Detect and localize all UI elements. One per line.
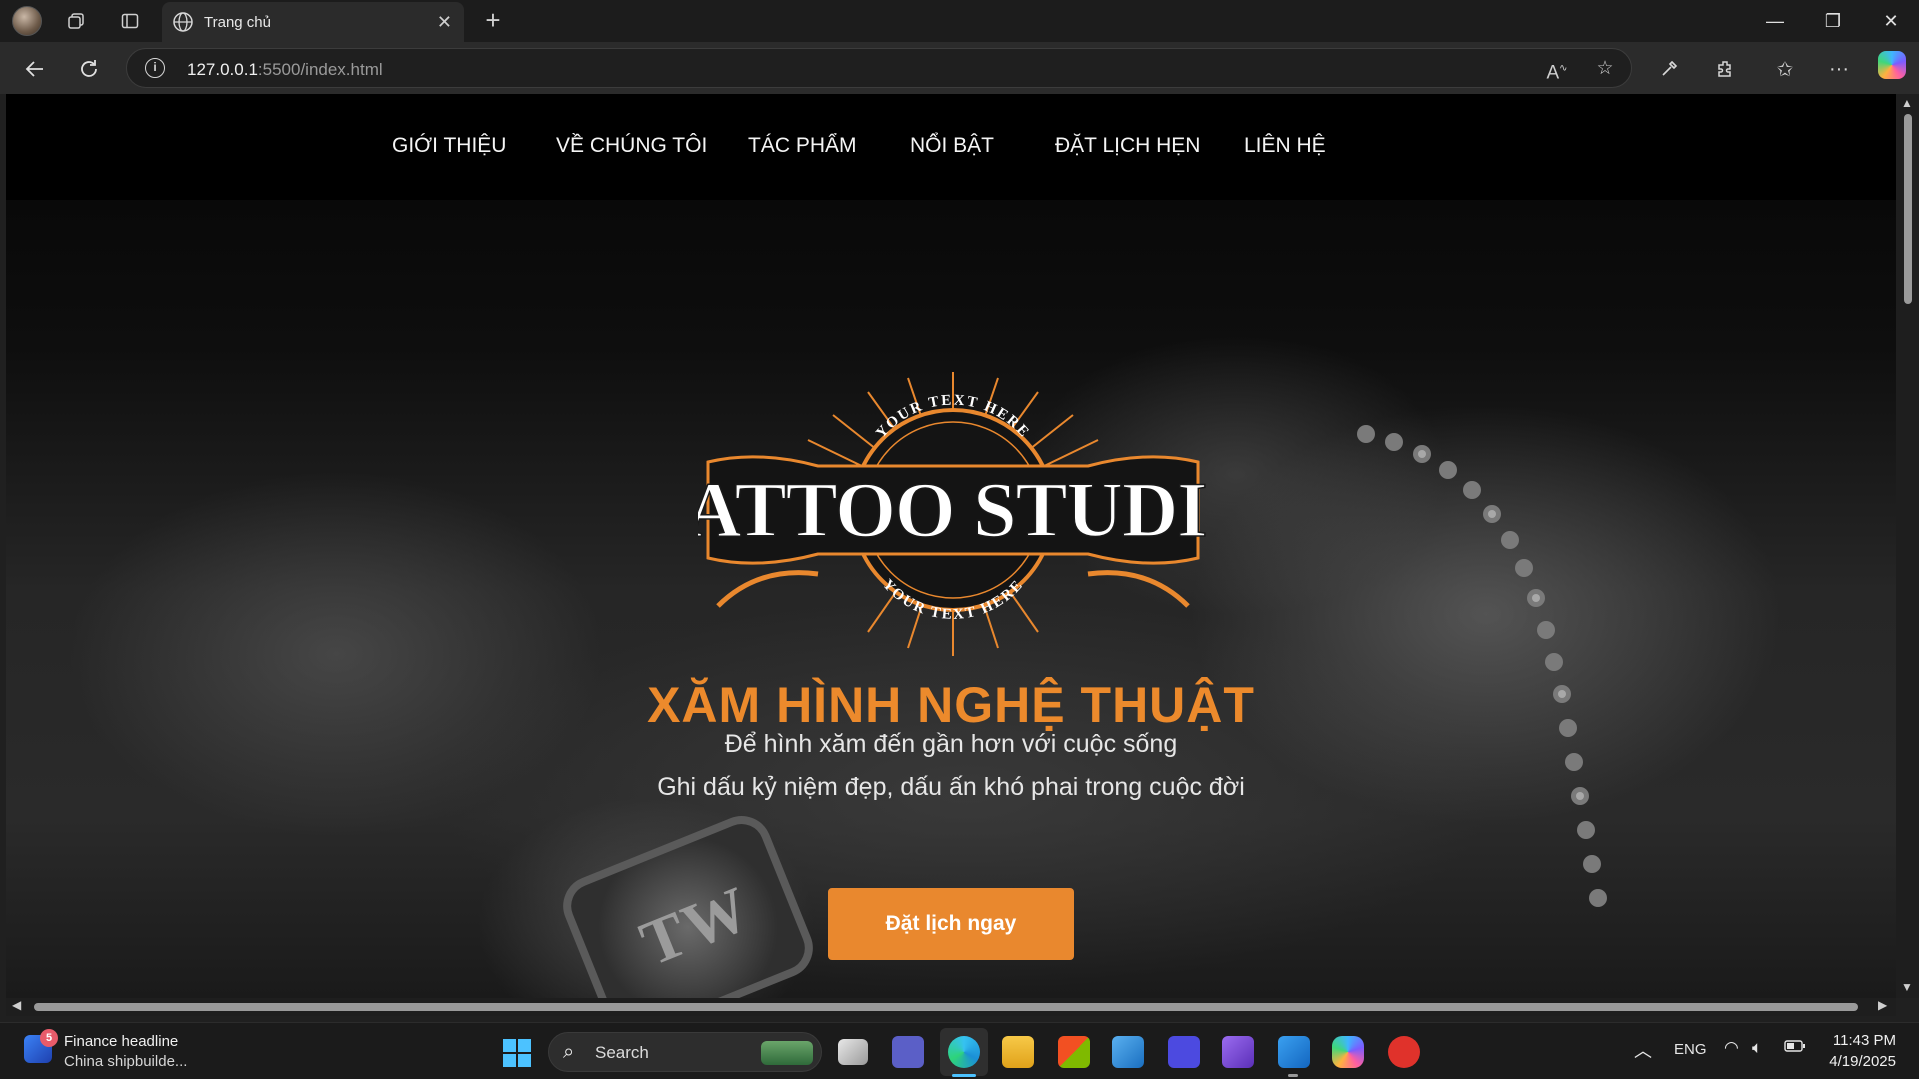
wps-office-icon[interactable] bbox=[1388, 1036, 1420, 1068]
profile-avatar[interactable] bbox=[12, 6, 42, 36]
nav-ve-chung-toi[interactable]: VỀ CHÚNG TÔI bbox=[556, 134, 707, 158]
browser-titlebar: Trang chủ ✕ + — ❐ ✕ bbox=[0, 0, 1919, 42]
store-icon[interactable] bbox=[1058, 1036, 1090, 1068]
url-text[interactable]: 127.0.0.1:5500/index.html bbox=[187, 60, 383, 80]
workspaces-icon[interactable] bbox=[62, 8, 90, 34]
search-highlight-image bbox=[761, 1041, 813, 1065]
horizontal-scroll-thumb[interactable] bbox=[34, 1003, 1858, 1011]
favorite-star-icon[interactable]: ☆ bbox=[1593, 57, 1617, 81]
new-tab-icon[interactable]: + bbox=[478, 6, 508, 36]
teams-icon[interactable] bbox=[892, 1036, 924, 1068]
tattoo-studio-logo: YOUR TEXT HERE YOUR TEXT HERE TATTOO STU… bbox=[698, 372, 1208, 656]
refresh-icon[interactable] bbox=[72, 52, 106, 86]
scroll-left-icon[interactable]: ◀ bbox=[12, 998, 21, 1012]
scroll-right-icon[interactable]: ▶ bbox=[1878, 998, 1887, 1012]
clock-date[interactable]: 4/19/2025 bbox=[1822, 1053, 1896, 1070]
volume-icon[interactable]: 🔈︎ bbox=[1752, 1038, 1762, 1058]
scroll-down-icon[interactable]: ▼ bbox=[1901, 980, 1913, 994]
browser-toolbar: i 127.0.0.1:5500/index.html A∿ ☆ ✩ ··· bbox=[0, 42, 1919, 94]
taskbar-search[interactable]: ⌕ Search bbox=[548, 1032, 822, 1072]
photos-icon[interactable] bbox=[1112, 1036, 1144, 1068]
close-icon[interactable]: ✕ bbox=[437, 12, 452, 33]
nav-tac-pham[interactable]: TÁC PHẨM bbox=[748, 134, 857, 158]
wifi-icon[interactable]: ◠ bbox=[1724, 1038, 1739, 1058]
logo-main-text: TATTOO STUDIO bbox=[698, 466, 1208, 553]
restore-icon[interactable]: ❐ bbox=[1804, 6, 1862, 36]
app-icon[interactable] bbox=[1168, 1036, 1200, 1068]
vertical-scroll-thumb[interactable] bbox=[1904, 114, 1912, 304]
chevron-up-icon[interactable]: ︿ bbox=[1634, 1037, 1652, 1063]
vertical-tabs-icon[interactable] bbox=[116, 8, 144, 34]
site-nav-list: GIỚI THIỆU VỀ CHÚNG TÔI TÁC PHẨM NỔI BẬT… bbox=[6, 134, 1896, 164]
language-indicator[interactable]: ENG bbox=[1674, 1041, 1707, 1058]
search-icon: ⌕ bbox=[563, 1041, 575, 1063]
hero-title: XĂM HÌNH NGHỆ THUẬT bbox=[647, 677, 1255, 733]
page-viewport: TW GIỚI THIỆU VỀ CHÚNG TÔI TÁC PHẨM NỔI … bbox=[6, 94, 1896, 998]
back-icon[interactable] bbox=[18, 52, 52, 86]
clock-time[interactable]: 11:43 PM bbox=[1830, 1032, 1896, 1049]
edge-icon[interactable] bbox=[948, 1036, 980, 1068]
task-view-icon[interactable] bbox=[838, 1039, 868, 1065]
file-explorer-icon[interactable] bbox=[1002, 1036, 1034, 1068]
nav-gioi-thieu[interactable]: GIỚI THIỆU bbox=[392, 134, 506, 158]
vscode-icon[interactable] bbox=[1278, 1036, 1310, 1068]
scroll-up-icon[interactable]: ▲ bbox=[1901, 96, 1913, 110]
favorites-icon[interactable]: ✩ bbox=[1768, 52, 1802, 86]
vertical-scrollbar[interactable]: ▲ ▼ bbox=[1896, 94, 1919, 998]
news-title[interactable]: Finance headline bbox=[64, 1033, 178, 1050]
info-icon[interactable]: i bbox=[145, 58, 165, 78]
site-navbar: GIỚI THIỆU VỀ CHÚNG TÔI TÁC PHẨM NỔI BẬT… bbox=[6, 94, 1896, 200]
extensions-icon[interactable] bbox=[1708, 52, 1742, 86]
close-window-icon[interactable]: ✕ bbox=[1862, 6, 1919, 36]
nav-noi-bat[interactable]: NỔI BẬT bbox=[910, 134, 994, 158]
globe-icon bbox=[173, 12, 193, 32]
tab-trang-chu[interactable]: Trang chủ ✕ bbox=[162, 2, 464, 42]
news-subtitle[interactable]: China shipbuilde... bbox=[64, 1053, 187, 1070]
windows-start-icon[interactable] bbox=[503, 1039, 531, 1067]
minimize-icon[interactable]: — bbox=[1746, 6, 1804, 36]
hero-subtitle-1: Để hình xăm đến gần hơn với cuộc sống bbox=[724, 730, 1178, 758]
visual-studio-icon[interactable] bbox=[1222, 1036, 1254, 1068]
copilot-app-icon[interactable] bbox=[1332, 1036, 1364, 1068]
nav-lien-he[interactable]: LIÊN HỆ bbox=[1244, 134, 1326, 158]
windows-taskbar: 5 Finance headline China shipbuilde... ⌕… bbox=[0, 1022, 1919, 1079]
bracelet-image bbox=[1357, 425, 1607, 907]
read-aloud-icon[interactable]: A∿ bbox=[1545, 57, 1569, 83]
search-label: Search bbox=[595, 1043, 649, 1062]
copilot-icon[interactable] bbox=[1878, 51, 1906, 79]
tab-title: Trang chủ bbox=[204, 13, 271, 31]
nav-dat-lich-hen[interactable]: ĐẶT LỊCH HẸN bbox=[1055, 134, 1200, 158]
hero-subtitle-2: Ghi dấu kỷ niệm đẹp, dấu ấn khó phai tro… bbox=[657, 773, 1245, 801]
address-bar[interactable]: i 127.0.0.1:5500/index.html A∿ ☆ bbox=[126, 48, 1632, 88]
edge-active-indicator bbox=[952, 1074, 976, 1077]
eyedropper-icon[interactable] bbox=[1652, 52, 1686, 86]
more-icon[interactable]: ··· bbox=[1822, 52, 1856, 86]
horizontal-scrollbar[interactable]: ◀ ▶ bbox=[6, 998, 1896, 1016]
widget-badge: 5 bbox=[40, 1029, 58, 1047]
battery-icon[interactable] bbox=[1784, 1039, 1806, 1057]
book-now-button[interactable]: Đặt lịch ngay bbox=[828, 888, 1074, 960]
vscode-running-indicator bbox=[1288, 1074, 1298, 1077]
